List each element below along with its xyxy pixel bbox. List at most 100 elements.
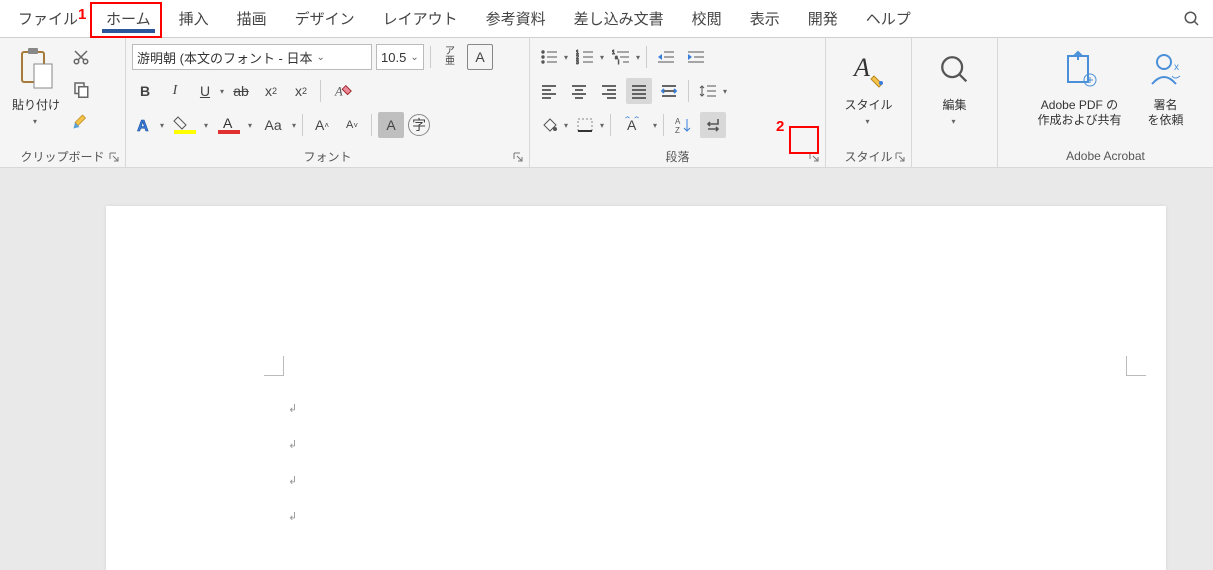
text-effects-button[interactable]: A: [132, 112, 158, 138]
strikethrough-button[interactable]: ab: [228, 78, 254, 104]
tab-review[interactable]: 校閲: [678, 0, 736, 37]
align-left-button[interactable]: [536, 78, 562, 104]
annotation-2: 2: [776, 118, 784, 135]
styles-icon: A: [850, 50, 886, 90]
justify-button[interactable]: [626, 78, 652, 104]
clear-formatting-button[interactable]: A: [327, 78, 361, 104]
highlight-button[interactable]: [168, 112, 202, 138]
tab-help[interactable]: ヘルプ: [852, 0, 925, 37]
paste-label: 貼り付け: [12, 98, 60, 112]
font-dialog-launcher[interactable]: [511, 150, 525, 164]
font-name-combo[interactable]: 游明朝 (本文のフォント - 日本 ⌄: [132, 44, 372, 70]
acrobat-group-label: Adobe Acrobat: [1066, 149, 1145, 163]
launcher-icon: [109, 152, 119, 162]
show-marks-button[interactable]: [700, 112, 726, 138]
clipboard-dialog-launcher[interactable]: [107, 150, 121, 164]
change-case-button[interactable]: Aa: [256, 112, 290, 138]
paragraph-mark: ↲: [288, 438, 297, 451]
bold-button[interactable]: B: [132, 78, 158, 104]
italic-button[interactable]: I: [162, 78, 188, 104]
superscript-button[interactable]: x2: [288, 78, 314, 104]
decrease-indent-button[interactable]: [653, 44, 679, 70]
styles-button[interactable]: A スタイル▾: [838, 42, 898, 132]
editing-button[interactable]: 編集▾: [931, 42, 979, 132]
chevron-down-icon: ▾: [248, 121, 252, 130]
underline-button[interactable]: U: [192, 78, 218, 104]
align-right-button[interactable]: [596, 78, 622, 104]
align-center-button[interactable]: [566, 78, 592, 104]
svg-text:3: 3: [576, 60, 579, 65]
copy-button[interactable]: [68, 76, 94, 102]
font-color-button[interactable]: A: [212, 112, 246, 138]
document-area: ↲ ↲ ↲ ↲: [0, 168, 1213, 570]
multilevel-list-button[interactable]: 1ai: [608, 44, 634, 70]
align-left-icon: [540, 83, 558, 99]
brush-icon: [72, 112, 90, 130]
separator: [688, 80, 689, 102]
cut-button[interactable]: [68, 44, 94, 70]
create-pdf-button[interactable]: Adobe PDF の 作成および共有: [1020, 42, 1140, 132]
enclose-characters-button[interactable]: 字: [408, 114, 430, 136]
shrink-font-button[interactable]: A˅: [339, 112, 365, 138]
tab-references[interactable]: 参考資料: [472, 0, 560, 37]
numbering-button[interactable]: 123: [572, 44, 598, 70]
shading-button[interactable]: [536, 112, 562, 138]
chevron-down-icon: ▾: [723, 87, 727, 96]
borders-button[interactable]: [572, 112, 598, 138]
annotation-1: 1: [78, 6, 86, 23]
chevron-down-icon: ▾: [600, 53, 604, 62]
bullets-icon: [540, 49, 558, 65]
chevron-down-icon: ▾: [220, 87, 224, 96]
grow-font-button[interactable]: A˄: [309, 112, 335, 138]
annotation-1-box: [90, 2, 162, 38]
text-char-icon: A: [624, 116, 644, 134]
paste-button[interactable]: 貼り付け ▾: [6, 42, 66, 132]
tab-design[interactable]: デザイン: [281, 0, 369, 37]
separator: [320, 80, 321, 102]
font-group-label: フォント: [303, 148, 351, 165]
styles-group-label: スタイル: [844, 148, 892, 165]
distribute-button[interactable]: [656, 78, 682, 104]
font-size-value: 10.5: [381, 50, 406, 65]
sign-label: 署名 を依頼: [1147, 98, 1183, 128]
tab-mailings[interactable]: 差し込み文書: [560, 0, 678, 37]
svg-text:Z: Z: [675, 126, 680, 134]
character-border-button[interactable]: A: [467, 44, 493, 70]
page[interactable]: ↲ ↲ ↲ ↲: [106, 206, 1166, 570]
align-right-icon: [600, 83, 618, 99]
svg-text:A: A: [675, 117, 681, 126]
phonetic-guide-button[interactable]: ア亜: [437, 44, 463, 70]
format-painter-button[interactable]: [68, 108, 94, 134]
paragraph-group-label: 段落: [665, 148, 689, 165]
svg-text:A: A: [223, 115, 233, 131]
chevron-down-icon: ▾: [33, 117, 37, 126]
styles-label: スタイル: [844, 98, 892, 112]
search-button[interactable]: [1169, 2, 1213, 36]
bullets-button[interactable]: [536, 44, 562, 70]
request-signature-button[interactable]: x 署名 を依頼: [1140, 42, 1192, 132]
tab-draw[interactable]: 描画: [223, 0, 281, 37]
sort-icon: AZ: [674, 116, 692, 134]
tab-developer[interactable]: 開発: [794, 0, 852, 37]
character-shading-button[interactable]: A: [378, 112, 404, 138]
sort-button[interactable]: AZ: [670, 112, 696, 138]
asian-layout-button[interactable]: A: [617, 112, 651, 138]
separator: [430, 46, 431, 68]
ribbon: 貼り付け▾ クリップボード: [0, 38, 1213, 168]
tab-view[interactable]: 表示: [736, 0, 794, 37]
styles-dialog-launcher[interactable]: [893, 150, 907, 164]
tab-insert[interactable]: 挿入: [165, 0, 223, 37]
tab-layout[interactable]: レイアウト: [369, 0, 472, 37]
subscript-button[interactable]: x2: [258, 78, 284, 104]
margin-corner-tr: [1126, 356, 1146, 376]
font-name-value: 游明朝 (本文のフォント - 日本: [137, 48, 313, 67]
group-styles: A スタイル▾ スタイル: [826, 38, 912, 167]
launcher-icon: [513, 152, 523, 162]
eraser-a-icon: A: [333, 82, 355, 100]
line-spacing-button[interactable]: [695, 78, 721, 104]
group-font: 游明朝 (本文のフォント - 日本 ⌄ 10.5 ⌄ ア亜 A B I U ▾: [126, 38, 530, 167]
chevron-down-icon: ▾: [564, 53, 568, 62]
font-size-combo[interactable]: 10.5 ⌄: [376, 44, 424, 70]
chevron-down-icon: ⌄: [317, 52, 325, 63]
increase-indent-button[interactable]: [683, 44, 709, 70]
